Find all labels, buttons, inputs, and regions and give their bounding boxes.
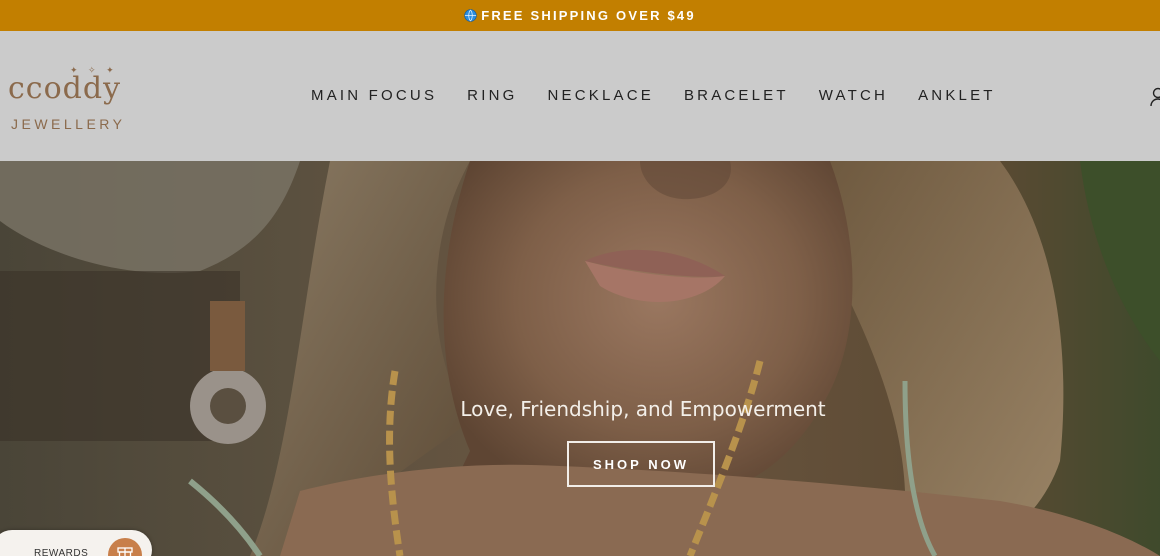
rewards-widget[interactable]: REWARDS [0, 530, 152, 556]
announcement-bar: FREE SHIPPING OVER $49 [0, 0, 1160, 31]
announcement-text: FREE SHIPPING OVER $49 [481, 8, 696, 23]
brand-name: ccoddy [8, 71, 122, 106]
nav-item-main-focus[interactable]: MAIN FOCUS [311, 87, 437, 104]
nav-item-necklace[interactable]: NECKLACE [547, 87, 653, 104]
nav-item-anklet[interactable]: ANKLET [918, 87, 996, 104]
hero-tagline: Love, Friendship, and Empowerment [460, 397, 826, 421]
nav-item-bracelet[interactable]: BRACELET [684, 87, 789, 104]
brand-logo[interactable]: ✦ ✧ ✦ ccoddy JEWELLERY [8, 65, 158, 132]
hero-banner: Love, Friendship, and Empowerment SHOP N… [0, 161, 1160, 556]
brand-subtitle: JEWELLERY [11, 116, 126, 132]
shop-now-button[interactable]: SHOP NOW [567, 441, 715, 487]
main-nav: MAIN FOCUS RING NECKLACE BRACELET WATCH … [311, 87, 996, 104]
rewards-label: REWARDS [34, 548, 89, 556]
nav-item-ring[interactable]: RING [467, 87, 517, 104]
site-header: ✦ ✧ ✦ ccoddy JEWELLERY MAIN FOCUS RING N… [0, 31, 1160, 161]
hero-image [0, 161, 1160, 556]
nav-item-watch[interactable]: WATCH [819, 87, 888, 104]
globe-icon [464, 9, 477, 22]
gift-icon [108, 538, 142, 556]
account-icon[interactable] [1148, 87, 1160, 107]
